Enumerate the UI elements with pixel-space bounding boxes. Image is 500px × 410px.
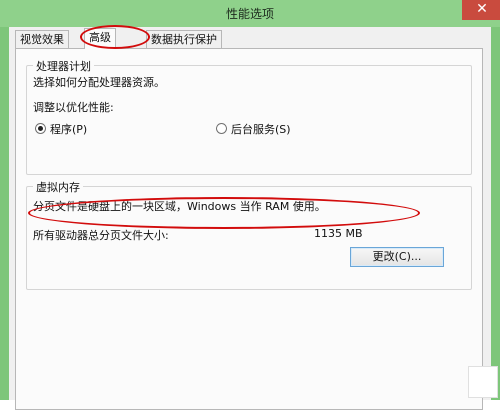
radio-background-services-label[interactable]: 后台服务(S) bbox=[231, 121, 291, 137]
processor-scheduling-group: 处理器计划 选择如何分配处理器资源。 调整以优化性能: 程序(P) 后台服务(S… bbox=[26, 58, 472, 175]
title-bar: 性能选项 ✕ bbox=[0, 0, 500, 27]
virtual-memory-description: 分页文件是硬盘上的一块区域，Windows 当作 RAM 使用。 bbox=[33, 200, 326, 213]
tab-panel-advanced: 处理器计划 选择如何分配处理器资源。 调整以优化性能: 程序(P) 后台服务(S… bbox=[15, 48, 483, 410]
close-icon[interactable]: ✕ bbox=[462, 0, 500, 20]
dialog-client: 视觉效果 高级 数据执行保护 处理器计划 选择如何分配处理器资源。 调整以优化性… bbox=[9, 27, 491, 410]
window-title: 性能选项 bbox=[225, 7, 274, 21]
virtual-memory-group-title: 虚拟内存 bbox=[33, 179, 83, 195]
virtual-memory-group: 虚拟内存 分页文件是硬盘上的一块区域，Windows 当作 RAM 使用。 所有… bbox=[26, 179, 472, 290]
processor-group-title: 处理器计划 bbox=[33, 58, 94, 74]
radio-programs-label[interactable]: 程序(P) bbox=[50, 121, 87, 137]
change-button[interactable]: 更改(C)... bbox=[350, 247, 444, 267]
radio-programs[interactable] bbox=[35, 123, 46, 134]
processor-description: 选择如何分配处理器资源。 bbox=[33, 76, 165, 89]
tab-advanced[interactable]: 高级 bbox=[84, 28, 116, 49]
watermark-badge bbox=[468, 366, 498, 398]
tab-data-execution-prevention[interactable]: 数据执行保护 bbox=[146, 30, 222, 48]
paging-file-total-label: 所有驱动器总分页文件大小: bbox=[33, 229, 169, 242]
radio-background-services[interactable] bbox=[216, 123, 227, 134]
tab-visual-effects[interactable]: 视觉效果 bbox=[15, 30, 69, 48]
optimize-label: 调整以优化性能: bbox=[33, 101, 114, 114]
paging-file-total-value: 1135 MB bbox=[314, 227, 363, 240]
